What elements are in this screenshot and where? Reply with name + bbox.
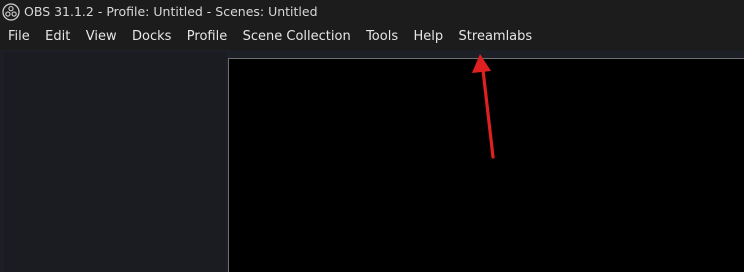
obs-window: OBS 31.1.2 - Profile: Untitled - Scenes:… bbox=[0, 0, 744, 272]
menu-edit[interactable]: Edit bbox=[39, 25, 76, 49]
menu-view[interactable]: View bbox=[80, 25, 123, 49]
window-title: OBS 31.1.2 - Profile: Untitled - Scenes:… bbox=[24, 4, 318, 19]
preview-canvas[interactable] bbox=[228, 58, 744, 272]
menu-streamlabs[interactable]: Streamlabs bbox=[453, 25, 539, 49]
obs-logo-icon bbox=[2, 3, 20, 21]
menu-scene-collection[interactable]: Scene Collection bbox=[237, 25, 357, 49]
menu-help[interactable]: Help bbox=[408, 25, 450, 49]
menu-profile[interactable]: Profile bbox=[181, 25, 233, 49]
menu-docks[interactable]: Docks bbox=[126, 25, 177, 49]
menu-bar: File Edit View Docks Profile Scene Colle… bbox=[0, 24, 744, 50]
title-bar: OBS 31.1.2 - Profile: Untitled - Scenes:… bbox=[0, 0, 744, 24]
left-dock-area bbox=[4, 52, 226, 272]
menu-tools[interactable]: Tools bbox=[360, 25, 404, 49]
menu-file[interactable]: File bbox=[2, 25, 36, 49]
